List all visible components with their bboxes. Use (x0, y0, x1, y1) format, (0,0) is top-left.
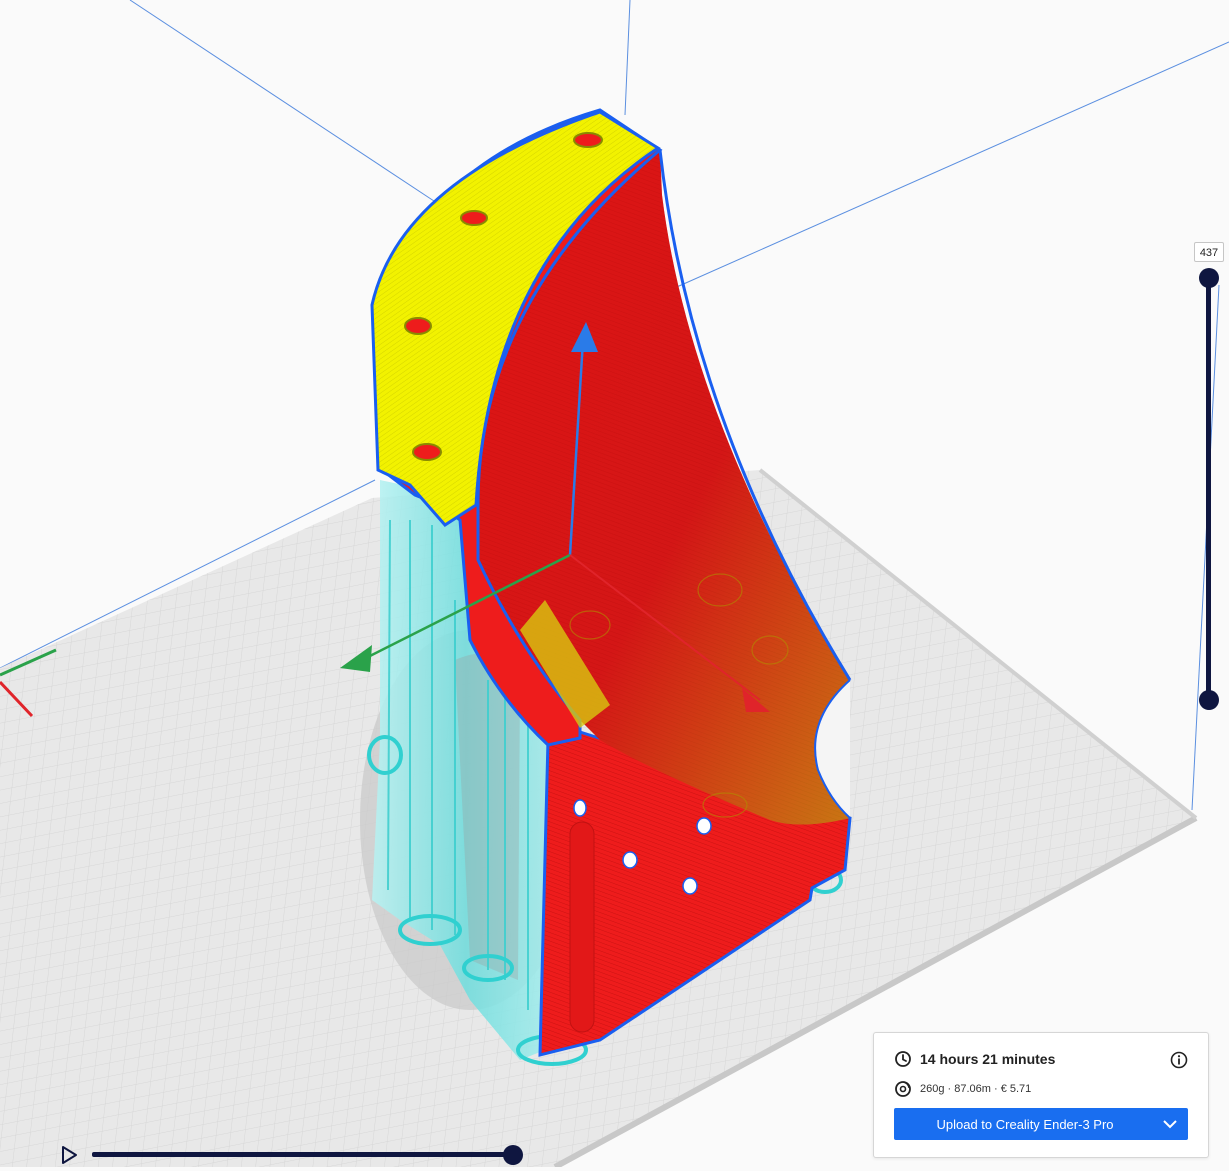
info-icon (1170, 1051, 1188, 1069)
clock-icon (895, 1051, 911, 1067)
print-time-row: 14 hours 21 minutes (894, 1050, 1055, 1068)
3d-viewport[interactable]: 437 14 hours 21 minutes 260g · 87.06m · … (0, 0, 1229, 1170)
scene[interactable] (0, 0, 1229, 1170)
upload-button-label: Upload to Creality Ender-3 Pro (936, 1116, 1114, 1132)
print-info-panel: 14 hours 21 minutes 260g · 87.06m · € 5.… (873, 1032, 1209, 1158)
play-simulation-button[interactable] (58, 1144, 80, 1166)
material-row: 260g · 87.06m · € 5.71 (894, 1080, 1031, 1098)
layer-number-label[interactable]: 437 (1194, 242, 1224, 262)
layer-slider-track[interactable] (1206, 278, 1211, 701)
path-slider-track[interactable] (92, 1152, 512, 1157)
play-icon (62, 1146, 77, 1164)
print-time-text: 14 hours 21 minutes (920, 1051, 1056, 1067)
spool-icon (895, 1081, 911, 1097)
print-details-button[interactable] (1170, 1051, 1188, 1069)
path-slider-handle[interactable] (503, 1145, 523, 1165)
chevron-down-icon (1163, 1120, 1177, 1129)
layer-slider-top-handle[interactable] (1199, 268, 1219, 288)
upload-options-dropdown[interactable] (1152, 1108, 1188, 1140)
layer-slider-bottom-handle[interactable] (1199, 690, 1219, 710)
material-usage-text: 260g · 87.06m · € 5.71 (920, 1083, 1032, 1095)
upload-to-printer-button[interactable]: Upload to Creality Ender-3 Pro (894, 1108, 1188, 1140)
